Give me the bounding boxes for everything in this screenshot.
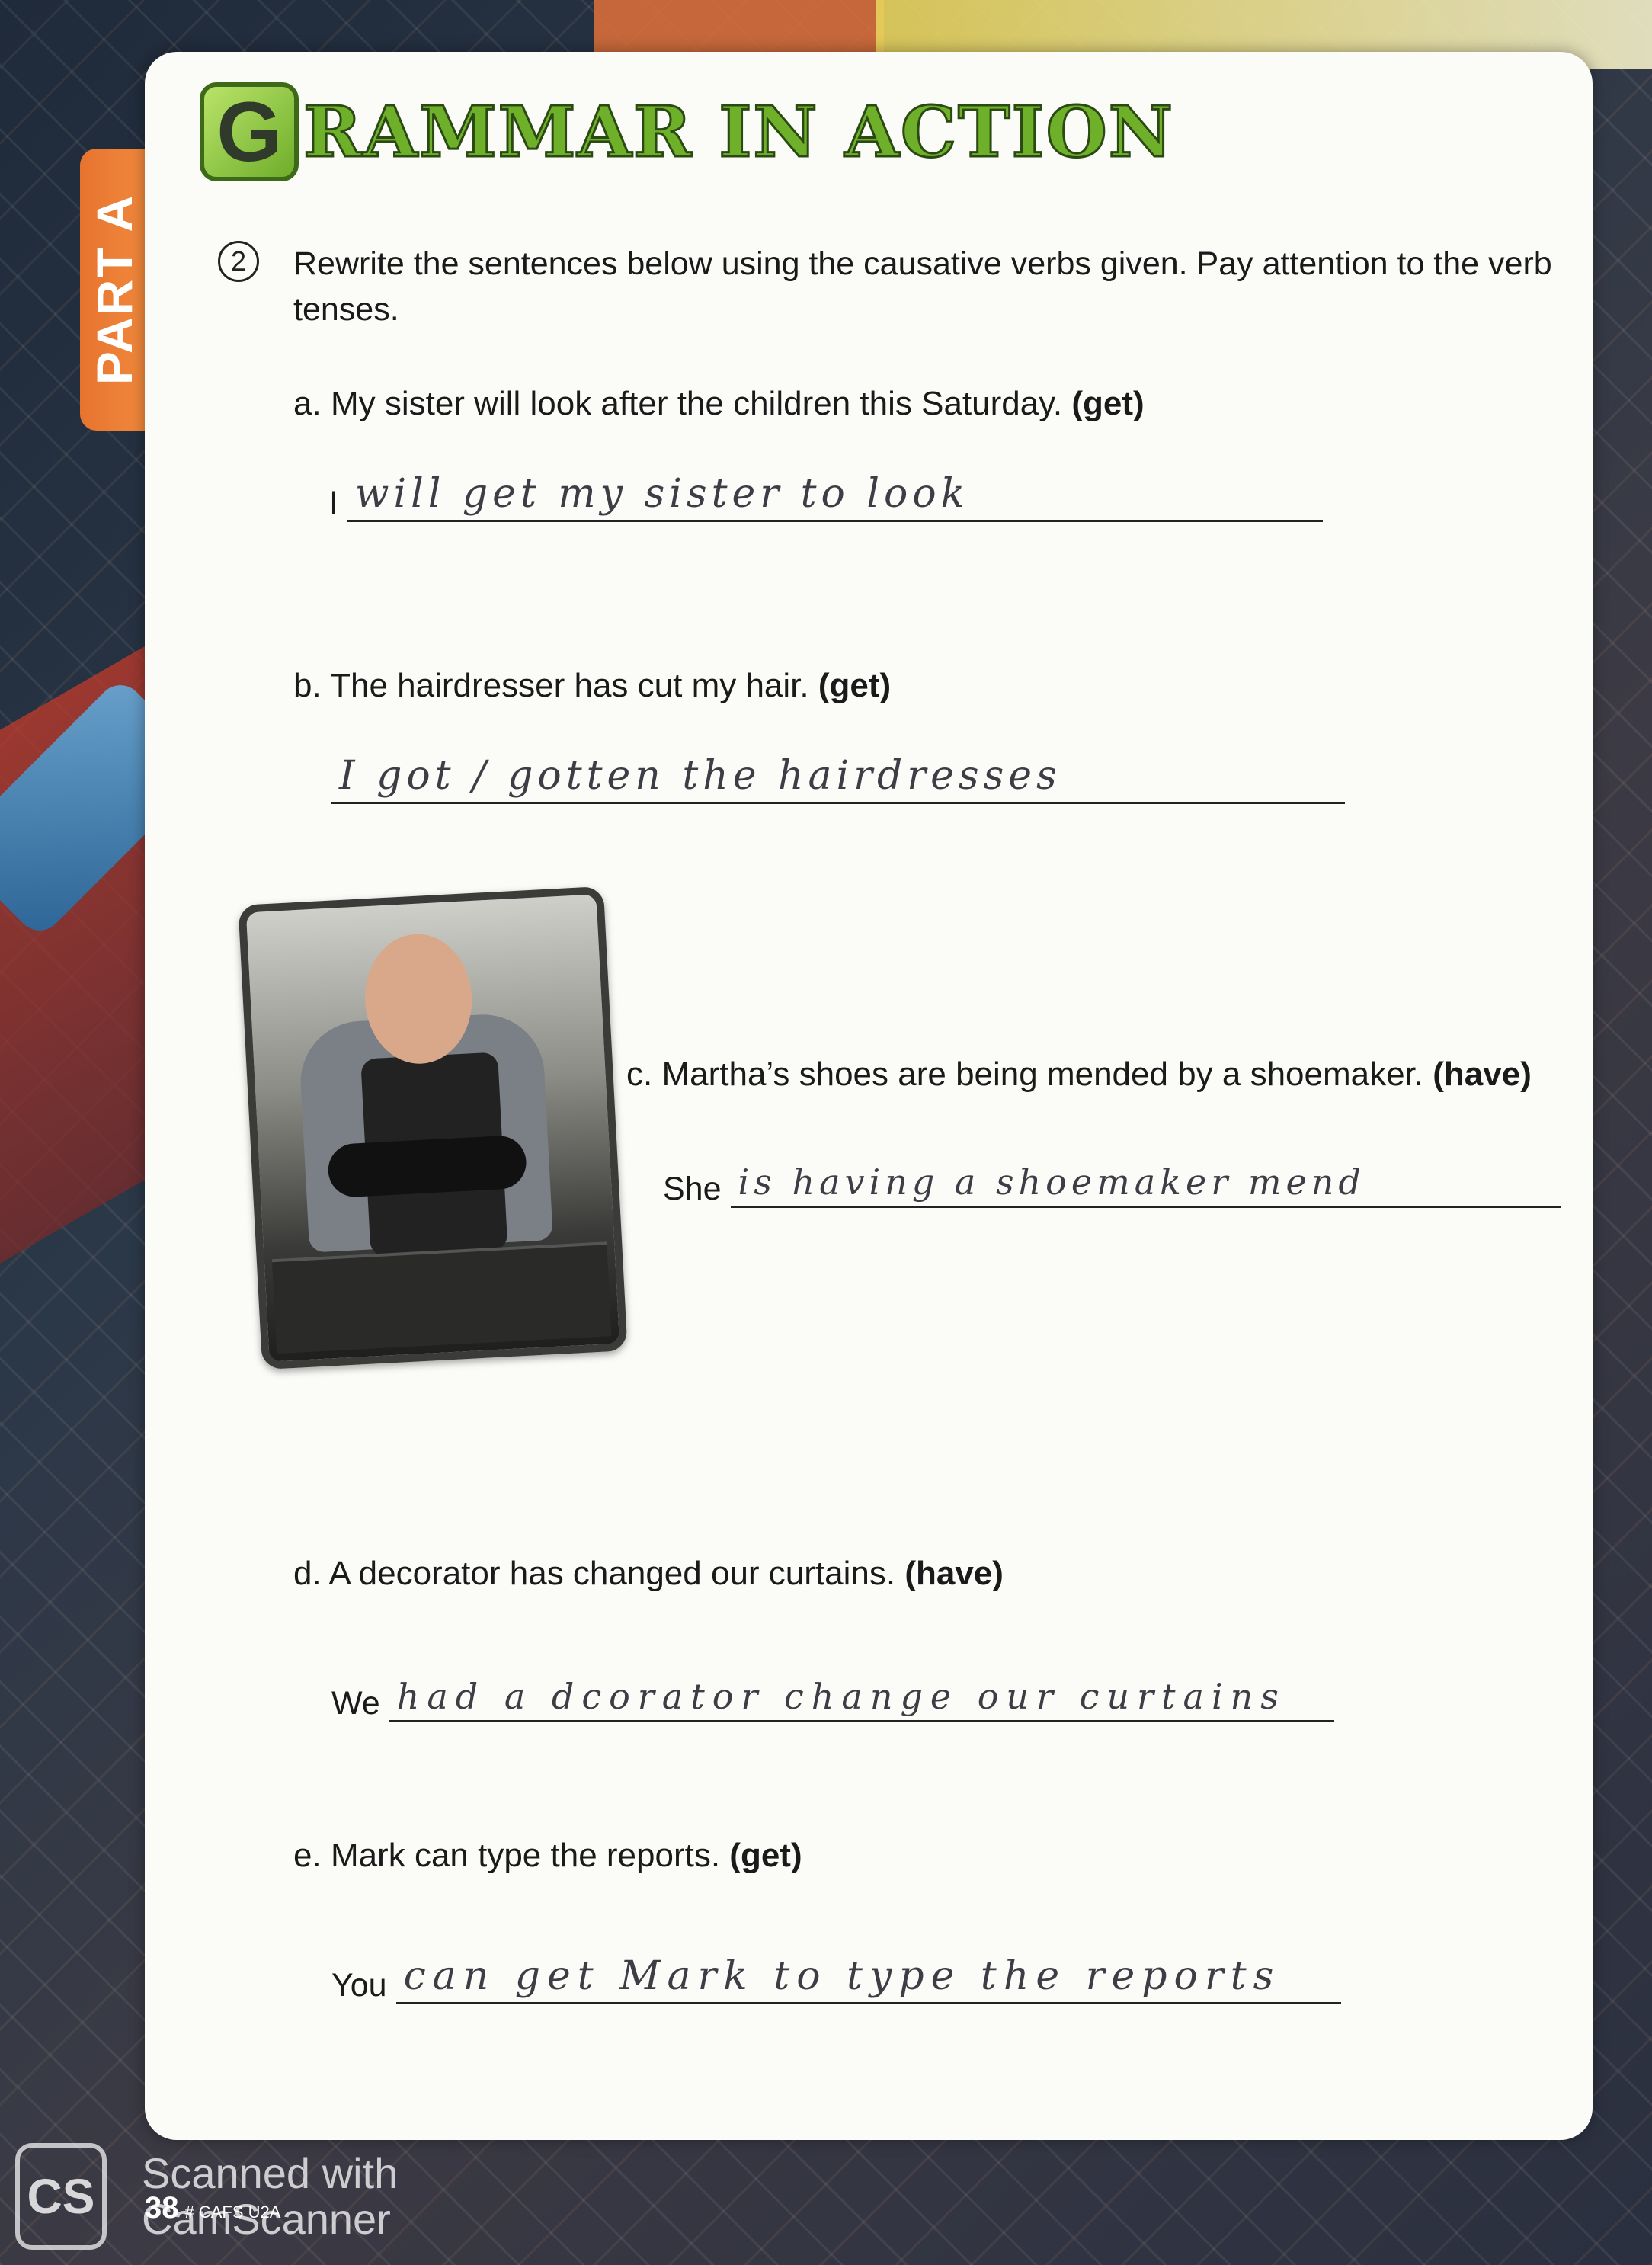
handwritten-answer: I got / gotten the hairdresses bbox=[339, 753, 1061, 799]
question-verb: (get) bbox=[818, 667, 892, 704]
question-verb: (get) bbox=[1071, 385, 1145, 422]
question-verb: (get) bbox=[729, 1837, 802, 1874]
question-a: a. My sister will look after the childre… bbox=[293, 385, 1145, 423]
photo-shoe bbox=[326, 1134, 528, 1199]
exercise-instruction: Rewrite the sentences below using the ca… bbox=[293, 245, 1552, 328]
question-text: My sister will look after the children t… bbox=[330, 385, 1063, 422]
title-initial-badge: G bbox=[200, 82, 299, 181]
title-text: RAMMAR IN ACTION bbox=[303, 90, 1174, 175]
section-title: G RAMMAR IN ACTION bbox=[200, 82, 1174, 181]
question-label: a. bbox=[293, 385, 322, 422]
question-label: e. bbox=[293, 1837, 322, 1874]
page-number: 38 # CAFS U2A bbox=[145, 2191, 280, 2225]
answer-prefix: I bbox=[329, 485, 338, 521]
handwritten-answer: can get Mark to type the reports bbox=[403, 1953, 1281, 1999]
answer-prefix: She bbox=[663, 1171, 722, 1207]
camscanner-logo-text: CS bbox=[27, 2169, 95, 2224]
answer-row-d: We had a dcorator change our curtains bbox=[331, 1673, 1334, 1722]
question-verb: (have) bbox=[1433, 1056, 1532, 1093]
handwritten-answer: had a dcorator change our curtains bbox=[396, 1676, 1286, 1717]
answer-field-b[interactable]: I got / gotten the hairdresses bbox=[331, 753, 1345, 804]
shoemaker-photo bbox=[238, 886, 628, 1370]
question-text: Mark can type the reports. bbox=[330, 1837, 721, 1874]
answer-row-a: I will get my sister to look bbox=[329, 471, 1323, 522]
part-tab: PART A bbox=[80, 149, 149, 431]
question-d: d. A decorator has changed our curtains.… bbox=[293, 1555, 1004, 1593]
answer-field-a[interactable]: will get my sister to look bbox=[347, 471, 1323, 522]
page-code: # CAFS U2A bbox=[184, 2203, 281, 2222]
answer-row-b: I got / gotten the hairdresses bbox=[331, 753, 1345, 804]
answer-row-e: You can get Mark to type the reports bbox=[331, 1953, 1341, 2004]
question-text: The hairdresser has cut my hair. bbox=[330, 667, 809, 704]
handwritten-answer: is having a shoemaker mend bbox=[738, 1161, 1365, 1203]
answer-prefix: You bbox=[331, 1967, 387, 2004]
photo-tools bbox=[271, 1241, 612, 1354]
question-b: b. The hairdresser has cut my hair. (get… bbox=[293, 667, 891, 705]
question-label: b. bbox=[293, 667, 322, 704]
answer-prefix: We bbox=[331, 1685, 380, 1722]
question-c: c. Martha’s shoes are being mended by a … bbox=[626, 1056, 1532, 1094]
question-e: e. Mark can type the reports. (get) bbox=[293, 1837, 802, 1875]
camscanner-logo-icon: CS bbox=[15, 2143, 107, 2250]
part-tab-label: PART A bbox=[86, 194, 143, 386]
exercise-number: 2 bbox=[218, 241, 259, 282]
title-initial: G bbox=[216, 85, 282, 179]
page-number-value: 38 bbox=[145, 2191, 179, 2225]
handwritten-answer: will get my sister to look bbox=[354, 471, 970, 517]
question-label: c. bbox=[626, 1056, 653, 1093]
watermark-line-1: Scanned with bbox=[142, 2149, 399, 2197]
answer-field-c[interactable]: is having a shoemaker mend bbox=[730, 1158, 1561, 1208]
answer-field-e[interactable]: can get Mark to type the reports bbox=[395, 1953, 1341, 2004]
answer-row-c: She is having a shoemaker mend bbox=[663, 1158, 1561, 1208]
question-text: Martha’s shoes are being mended by a sho… bbox=[661, 1056, 1424, 1093]
question-label: d. bbox=[293, 1555, 322, 1592]
question-text: A decorator has changed our curtains. bbox=[328, 1555, 896, 1592]
question-verb: (have) bbox=[904, 1555, 1004, 1592]
answer-field-d[interactable]: had a dcorator change our curtains bbox=[389, 1673, 1334, 1722]
